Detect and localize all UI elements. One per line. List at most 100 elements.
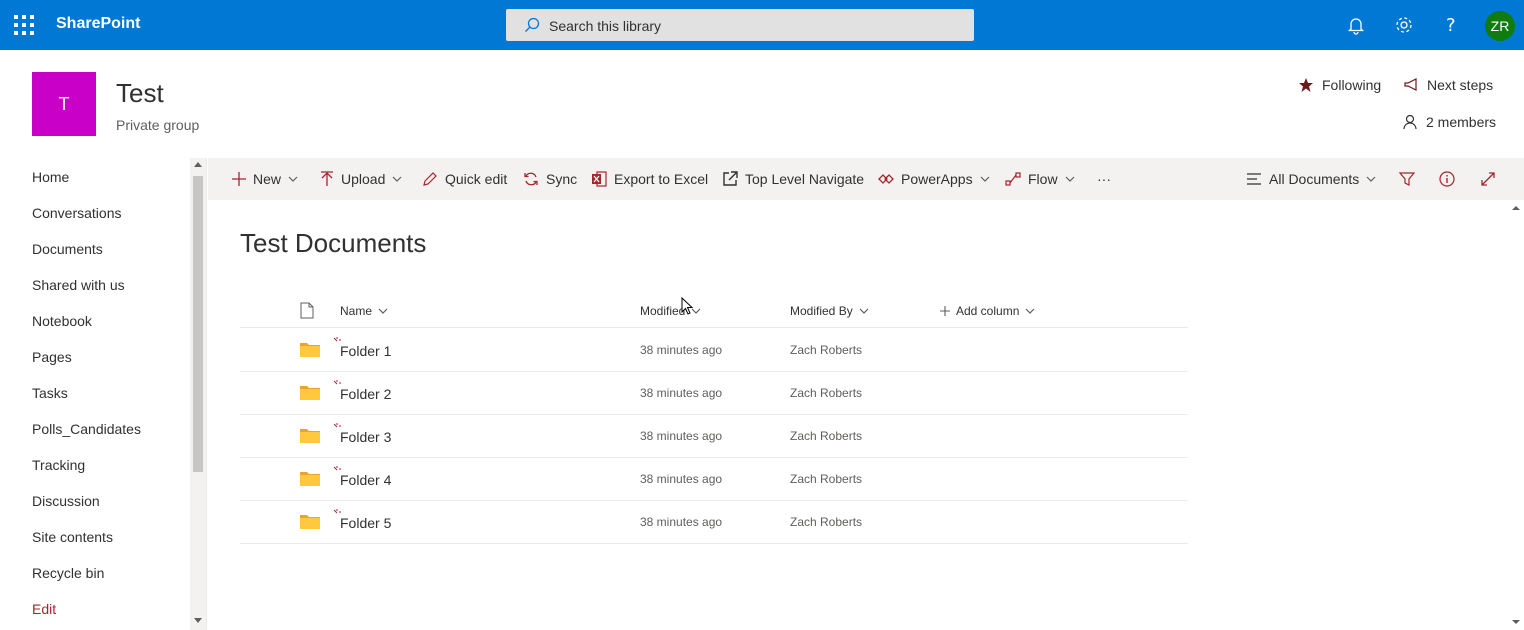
chevron-down-icon	[1025, 308, 1035, 314]
next-steps-button[interactable]: Next steps	[1403, 77, 1493, 93]
export-to-excel-button[interactable]: Export to Excel	[591, 158, 708, 200]
nav-item-notebook[interactable]: Notebook	[32, 313, 92, 329]
item-modified-by[interactable]: Zach Roberts	[790, 472, 862, 486]
expand-icon	[1481, 172, 1495, 186]
upload-icon	[321, 171, 333, 186]
scroll-down-arrow-icon[interactable]	[194, 618, 202, 623]
app-launcher-icon[interactable]	[14, 15, 34, 35]
nav-item-tasks[interactable]: Tasks	[32, 385, 68, 401]
expand-button[interactable]	[1480, 158, 1496, 200]
new-button[interactable]: New	[232, 158, 298, 200]
file-type-column-header[interactable]	[300, 302, 314, 319]
item-modified: 38 minutes ago	[640, 429, 723, 443]
nav-item-pages[interactable]: Pages	[32, 349, 72, 365]
item-name-link[interactable]: Folder 1	[340, 343, 391, 359]
list-header: Name Modified Modified By Add column	[240, 294, 1188, 328]
more-ellipsis-icon: ···	[1097, 171, 1111, 187]
item-modified: 38 minutes ago	[640, 472, 723, 486]
plus-icon	[940, 306, 950, 316]
bell-icon[interactable]	[1345, 14, 1367, 36]
site-title[interactable]: Test	[116, 78, 164, 109]
item-modified-by[interactable]: Zach Roberts	[790, 386, 862, 400]
more-commands-button[interactable]: ···	[1097, 158, 1111, 200]
nav-item-discussion[interactable]: Discussion	[32, 493, 100, 509]
nav-item-tracking[interactable]: Tracking	[32, 457, 85, 473]
open-external-icon	[723, 171, 738, 186]
add-column-label: Add column	[956, 304, 1020, 318]
item-name-link[interactable]: Folder 2	[340, 386, 391, 402]
list-item[interactable]: Folder 4 38 minutes ago Zach Roberts	[240, 458, 1188, 501]
help-icon[interactable]: ?	[1440, 14, 1462, 36]
person-icon	[1403, 114, 1417, 130]
mouse-cursor-icon	[681, 297, 693, 315]
scroll-up-arrow-icon[interactable]	[194, 162, 202, 167]
nav-item-shared-with-us[interactable]: Shared with us	[32, 277, 125, 293]
following-button[interactable]: Following	[1298, 77, 1381, 93]
suite-bar: SharePoint Search this library ? ZR	[0, 0, 1524, 50]
list-item[interactable]: Folder 3 38 minutes ago Zach Roberts	[240, 415, 1188, 458]
top-level-navigate-label: Top Level Navigate	[745, 171, 865, 187]
search-box[interactable]: Search this library	[506, 9, 974, 41]
svg-text:?: ?	[1446, 15, 1456, 36]
user-avatar[interactable]: ZR	[1485, 11, 1515, 41]
add-column-button[interactable]: Add column	[940, 304, 1035, 318]
nav-item-polls-candidates[interactable]: Polls_Candidates	[32, 421, 141, 437]
item-name-link[interactable]: Folder 5	[340, 515, 391, 531]
pencil-icon	[423, 172, 437, 186]
chevron-down-icon	[980, 176, 990, 182]
gear-icon[interactable]	[1393, 14, 1415, 36]
content-scrollbar[interactable]	[1508, 200, 1524, 630]
megaphone-icon	[1404, 78, 1417, 91]
new-label: New	[253, 171, 282, 187]
upload-button[interactable]: Upload	[320, 158, 402, 200]
chevron-down-icon	[859, 308, 869, 314]
filter-button[interactable]	[1399, 158, 1415, 200]
nav-item-site-contents[interactable]: Site contents	[32, 529, 113, 545]
top-level-navigate-button[interactable]: Top Level Navigate	[722, 158, 864, 200]
sharepoint-brand-link[interactable]: SharePoint	[56, 15, 140, 33]
chevron-down-icon	[378, 308, 388, 314]
flow-icon	[1005, 172, 1021, 186]
modified-by-column-header[interactable]: Modified By	[790, 304, 869, 318]
nav-item-documents[interactable]: Documents	[32, 241, 103, 257]
upload-label: Upload	[341, 171, 386, 187]
item-modified: 38 minutes ago	[640, 343, 723, 357]
sync-label: Sync	[546, 171, 578, 187]
view-switcher[interactable]: All Documents	[1246, 158, 1376, 200]
nav-scrollbar[interactable]	[190, 158, 207, 630]
folder-icon	[300, 386, 320, 400]
list-item[interactable]: Folder 5 38 minutes ago Zach Roberts	[240, 501, 1188, 544]
name-column-header[interactable]: Name	[340, 304, 388, 318]
item-modified: 38 minutes ago	[640, 515, 723, 529]
item-name-link[interactable]: Folder 3	[340, 429, 391, 445]
info-pane-button[interactable]	[1439, 158, 1455, 200]
modified-column-label: Modified	[640, 304, 686, 318]
list-item[interactable]: Folder 1 38 minutes ago Zach Roberts	[240, 329, 1188, 372]
nav-edit-link[interactable]: Edit	[32, 601, 56, 617]
item-modified-by[interactable]: Zach Roberts	[790, 429, 862, 443]
powerapps-button[interactable]: PowerApps	[878, 158, 990, 200]
flow-label: Flow	[1028, 171, 1058, 187]
item-modified-by[interactable]: Zach Roberts	[790, 343, 862, 357]
scroll-thumb[interactable]	[193, 176, 203, 472]
site-subtitle: Private group	[116, 117, 200, 133]
scroll-up-arrow-icon[interactable]	[1511, 204, 1521, 212]
nav-item-conversations[interactable]: Conversations	[32, 205, 122, 221]
item-modified-by[interactable]: Zach Roberts	[790, 515, 862, 529]
folder-icon	[300, 429, 320, 443]
scroll-down-arrow-icon[interactable]	[1511, 618, 1521, 626]
left-navigation: Home Conversations Documents Shared with…	[0, 158, 190, 630]
quick-edit-button[interactable]: Quick edit	[422, 158, 507, 200]
flow-button[interactable]: Flow	[1005, 158, 1075, 200]
star-icon	[1299, 78, 1313, 92]
sync-button[interactable]: Sync	[523, 158, 577, 200]
chevron-down-icon	[1366, 176, 1376, 182]
chevron-down-icon	[392, 176, 402, 182]
item-name-link[interactable]: Folder 4	[340, 472, 391, 488]
nav-item-home[interactable]: Home	[32, 169, 69, 185]
members-label: 2 members	[1426, 114, 1497, 130]
list-item[interactable]: Folder 2 38 minutes ago Zach Roberts	[240, 372, 1188, 415]
site-logo[interactable]: T	[32, 72, 96, 136]
members-button[interactable]: 2 members	[1402, 114, 1496, 130]
nav-item-recycle-bin[interactable]: Recycle bin	[32, 565, 104, 581]
